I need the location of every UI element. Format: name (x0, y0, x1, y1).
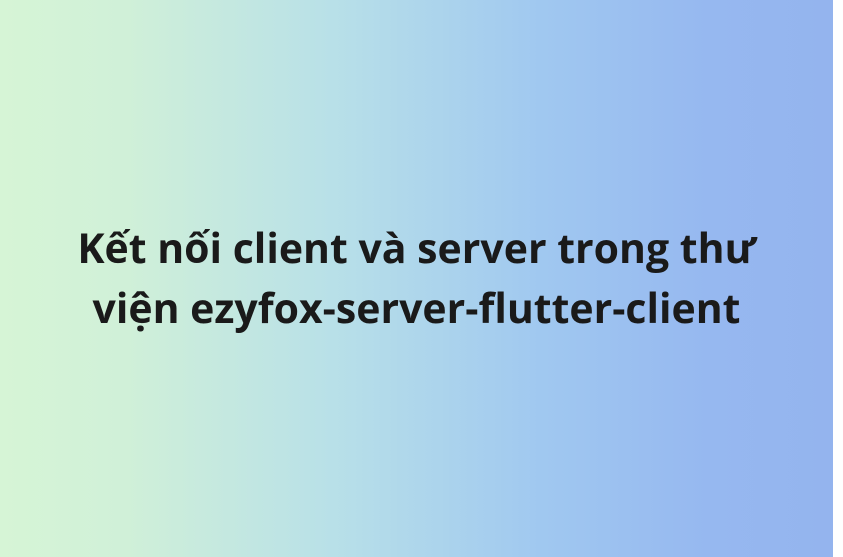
gradient-card: Kết nối client và server trong thư viện … (0, 0, 833, 557)
card-title: Kết nối client và server trong thư viện … (40, 219, 793, 338)
right-margin (833, 0, 843, 557)
